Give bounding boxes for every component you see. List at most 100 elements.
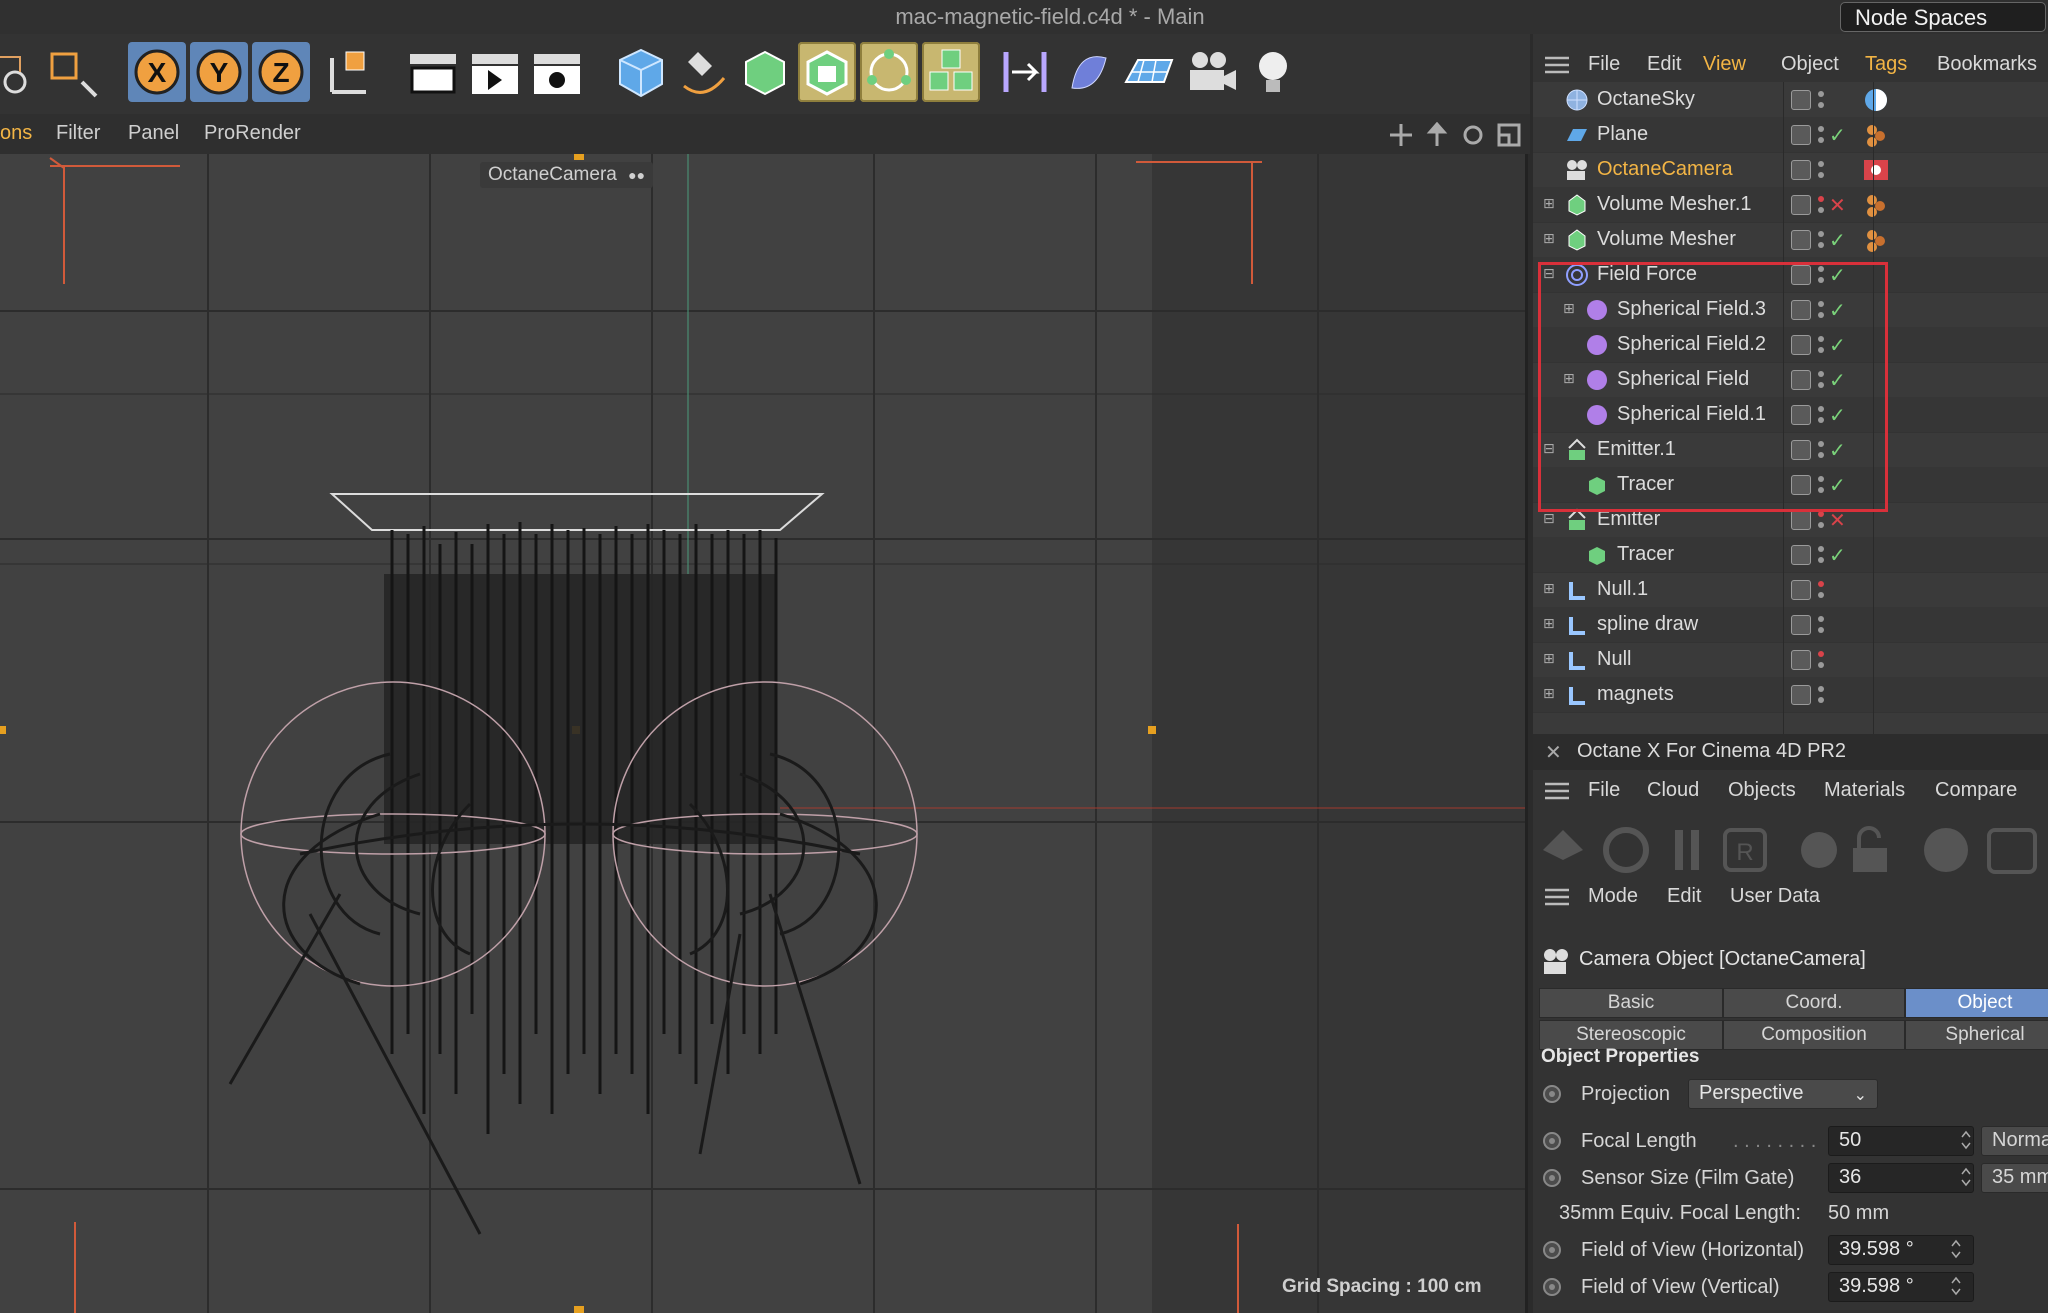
3d-viewport[interactable]: OctaneCamera ●● Grid Spacing : 100 cm	[0, 154, 1528, 1313]
render-settings-icon[interactable]	[528, 42, 586, 102]
visibility-dots-icon[interactable]	[1817, 158, 1825, 182]
rotate-view-icon[interactable]	[1460, 122, 1486, 148]
om-menu-file[interactable]: File	[1588, 53, 1620, 76]
enabled-check-icon[interactable]: ✓	[1829, 123, 1846, 148]
attr-menu-user-data[interactable]: User Data	[1730, 885, 1820, 908]
light-icon[interactable]	[1244, 42, 1302, 102]
edit-toggle-icon[interactable]	[1791, 230, 1811, 250]
focal-length-radio-icon[interactable]	[1543, 1132, 1561, 1150]
om-menu-bookmarks[interactable]: Bookmarks	[1937, 53, 2037, 76]
enabled-check-icon[interactable]: ✓	[1829, 333, 1846, 358]
object-name[interactable]: Spherical Field.2	[1617, 333, 1766, 356]
stepper-icon[interactable]	[1961, 1166, 1971, 1188]
visibility-dots-icon[interactable]	[1817, 403, 1825, 427]
object-row-plane[interactable]: Plane ✓	[1533, 117, 2048, 153]
octane-lock-icon[interactable]	[1853, 826, 1887, 872]
object-name[interactable]: OctaneSky	[1597, 88, 1695, 111]
disabled-x-icon[interactable]: ✕	[1829, 508, 1846, 533]
viewport-menu-prorender[interactable]: ProRender	[204, 122, 301, 145]
viewport-menu-options[interactable]: ons	[0, 122, 32, 145]
octane-menu-cloud[interactable]: Cloud	[1647, 779, 1699, 802]
edit-toggle-icon[interactable]	[1791, 370, 1811, 390]
visibility-dots-icon[interactable]	[1817, 193, 1825, 217]
octane-material-icon[interactable]	[1924, 828, 1968, 872]
object-name[interactable]: Tracer	[1617, 473, 1674, 496]
stepper-icon[interactable]	[1961, 1129, 1971, 1151]
object-name[interactable]: Emitter	[1597, 508, 1660, 531]
field-icon[interactable]	[1058, 42, 1116, 102]
visibility-dots-icon[interactable]	[1817, 228, 1825, 252]
visibility-dots-icon[interactable]	[1817, 123, 1825, 147]
toggle-view-icon[interactable]	[1496, 122, 1522, 148]
fov-horizontal-radio-icon[interactable]	[1543, 1241, 1561, 1259]
sensor-size-input[interactable]: 36	[1828, 1163, 1974, 1193]
menu-icon[interactable]	[1545, 782, 1569, 800]
edit-toggle-icon[interactable]	[1791, 90, 1811, 110]
disabled-x-icon[interactable]: ✕	[1829, 193, 1846, 218]
edit-toggle-icon[interactable]	[1791, 125, 1811, 145]
visibility-dots-icon[interactable]	[1817, 543, 1825, 567]
octane-menu-compare[interactable]: Compare	[1935, 779, 2017, 802]
object-name[interactable]: Field Force	[1597, 263, 1697, 286]
octane-add-icon[interactable]	[1987, 828, 2037, 874]
sensor-size-radio-icon[interactable]	[1543, 1169, 1561, 1187]
edit-toggle-icon[interactable]	[1791, 265, 1811, 285]
object-name[interactable]: Tracer	[1617, 543, 1674, 566]
object-name[interactable]: spline draw	[1597, 613, 1698, 636]
visibility-dots-icon[interactable]	[1817, 473, 1825, 497]
object-row-null-1[interactable]: ⊞ Null.1	[1533, 572, 2048, 608]
object-name[interactable]: Null.1	[1597, 578, 1648, 601]
rotate-tool-icon[interactable]	[0, 42, 48, 102]
node-spaces-dropdown[interactable]: Node Spaces	[1840, 2, 2046, 32]
om-menu-edit[interactable]: Edit	[1647, 53, 1681, 76]
object-row-spherical-field[interactable]: ⊞ Spherical Field ✓	[1533, 362, 2048, 398]
x-axis-lock-icon[interactable]: X	[128, 42, 186, 102]
enabled-check-icon[interactable]: ✓	[1829, 473, 1846, 498]
coordinate-system-icon[interactable]	[320, 42, 378, 102]
octane-pause-icon[interactable]	[1675, 830, 1699, 870]
projection-radio-icon[interactable]	[1543, 1085, 1561, 1103]
object-row-volume-mesher-1[interactable]: ⊞ Volume Mesher.1 ✕	[1533, 187, 2048, 223]
visibility-dots-icon[interactable]	[1817, 333, 1825, 357]
object-name[interactable]: Spherical Field	[1617, 368, 1749, 391]
y-axis-lock-icon[interactable]: Y	[190, 42, 248, 102]
deformer-bend-icon[interactable]	[996, 42, 1054, 102]
enabled-check-icon[interactable]: ✓	[1829, 543, 1846, 568]
sensor-size-preset[interactable]: 35 mm	[1981, 1163, 2048, 1193]
visibility-dots-icon[interactable]	[1817, 438, 1825, 462]
octane-menu-materials[interactable]: Materials	[1824, 779, 1905, 802]
enabled-check-icon[interactable]: ✓	[1829, 438, 1846, 463]
menu-icon[interactable]	[1545, 888, 1569, 906]
enabled-check-icon[interactable]: ✓	[1829, 263, 1846, 288]
array-cubes-icon[interactable]	[922, 42, 980, 102]
edit-toggle-icon[interactable]	[1791, 335, 1811, 355]
tab-basic[interactable]: Basic	[1539, 988, 1723, 1018]
tab-composition[interactable]: Composition	[1723, 1020, 1905, 1050]
zoom-view-icon[interactable]	[1424, 122, 1450, 148]
camera-tag-icon[interactable]	[1863, 157, 1889, 183]
focal-length-preset[interactable]: Norma	[1981, 1126, 2048, 1156]
edit-toggle-icon[interactable]	[1791, 510, 1811, 530]
projection-select[interactable]: Perspective ⌄	[1688, 1079, 1878, 1109]
object-row-spline-draw[interactable]: ⊞ spline draw	[1533, 607, 2048, 643]
visibility-dots-icon[interactable]	[1817, 298, 1825, 322]
move-view-icon[interactable]	[1388, 122, 1414, 148]
visibility-dots-icon[interactable]	[1817, 683, 1825, 707]
viewport-menu-filter[interactable]: Filter	[56, 122, 100, 145]
om-menu-object[interactable]: Object	[1781, 53, 1839, 76]
generator-icon[interactable]	[798, 42, 856, 102]
attr-menu-edit[interactable]: Edit	[1667, 885, 1701, 908]
object-name[interactable]: Plane	[1597, 123, 1648, 146]
object-name[interactable]: Volume Mesher	[1597, 228, 1736, 251]
enabled-check-icon[interactable]: ✓	[1829, 403, 1846, 428]
close-icon[interactable]: ✕	[1545, 740, 1562, 765]
pen-spline-icon[interactable]	[674, 42, 732, 102]
visibility-dots-icon[interactable]	[1817, 578, 1825, 602]
enabled-check-icon[interactable]: ✓	[1829, 368, 1846, 393]
object-row-spherical-field-2[interactable]: Spherical Field.2 ✓	[1533, 327, 2048, 363]
om-menu-tags[interactable]: Tags	[1865, 53, 1907, 76]
edit-toggle-icon[interactable]	[1791, 160, 1811, 180]
menu-icon[interactable]	[1545, 56, 1569, 74]
floor-environment-icon[interactable]	[1120, 42, 1178, 102]
tab-spherical[interactable]: Spherical	[1905, 1020, 2048, 1050]
